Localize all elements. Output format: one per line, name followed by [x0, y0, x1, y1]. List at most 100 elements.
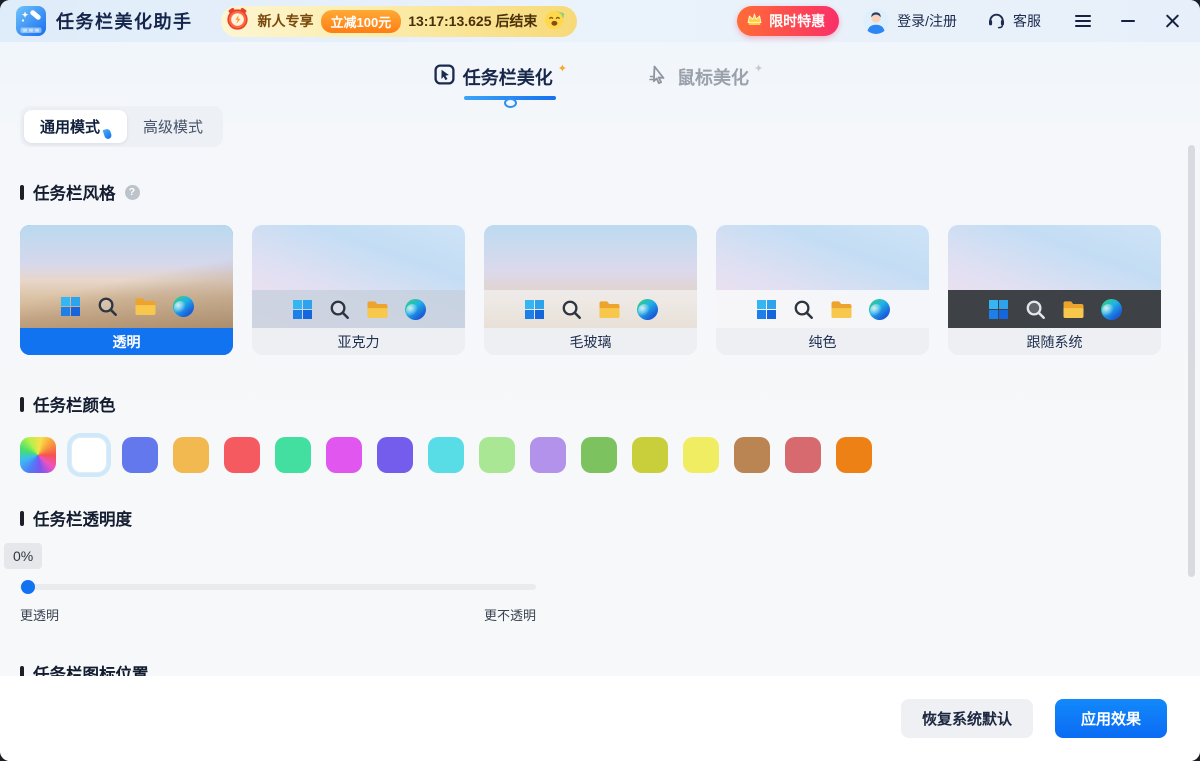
tab-mouse-beautify[interactable]: 鼠标美化 ✦	[648, 64, 766, 90]
slider-thumb[interactable]	[21, 580, 35, 594]
color-swatch-#f55a60[interactable]	[224, 437, 260, 473]
limited-offer-label: 限时特惠	[769, 11, 825, 31]
help-icon[interactable]	[125, 185, 140, 200]
content: 通用模式 高级模式 任务栏风格	[0, 104, 1200, 761]
section-title: 任务栏风格	[33, 180, 116, 204]
transparency-slider[interactable]	[20, 580, 536, 594]
mode-tab-label: 高级模式	[143, 116, 203, 137]
windows-logo-icon	[524, 299, 545, 320]
active-tab-underline	[464, 96, 556, 100]
edge-browser-icon	[173, 296, 194, 317]
slider-labels: 更透明 更不透明	[20, 605, 536, 624]
windows-logo-icon	[292, 299, 313, 320]
more-transparent-label: 更透明	[20, 605, 59, 624]
style-card-label: 跟随系统	[948, 328, 1161, 355]
color-swatch-#43dfa0[interactable]	[275, 437, 311, 473]
promo-banner[interactable]: 新人专享 立减100元 13:17:13.625 后结束	[221, 6, 578, 37]
search-icon	[561, 299, 582, 320]
footer: 恢复系统默认 应用效果	[0, 676, 1200, 761]
transparency-value-badge: 0%	[4, 543, 42, 569]
slider-track[interactable]	[20, 584, 536, 590]
folder-icon	[366, 300, 389, 319]
folder-icon	[134, 297, 157, 316]
search-icon	[793, 299, 814, 320]
color-swatch-#7cc35f[interactable]	[581, 437, 617, 473]
color-swatch-#bb8453[interactable]	[734, 437, 770, 473]
color-swatch-#b392ec[interactable]	[530, 437, 566, 473]
minimize-icon[interactable]	[1121, 20, 1135, 22]
edge-browser-icon	[1101, 299, 1122, 320]
login-register-link[interactable]: 登录/注册	[897, 11, 957, 31]
crying-emoji-icon	[544, 8, 566, 35]
titlebar: 任务栏美化助手 新人专享 立减100元 13:17:13.625 后结束	[0, 0, 1200, 42]
section-taskbar-style: 任务栏风格	[20, 180, 1180, 204]
folder-icon	[598, 300, 621, 319]
style-card-label: 亚克力	[252, 328, 465, 355]
windows-logo-icon	[60, 296, 81, 317]
color-swatch-#c9cf3a[interactable]	[632, 437, 668, 473]
mode-tab-general[interactable]: 通用模式	[24, 110, 127, 143]
edge-browser-icon	[637, 299, 658, 320]
color-swatch-#f1ed63[interactable]	[683, 437, 719, 473]
promo-countdown: 13:17:13.625 后结束	[408, 11, 537, 31]
style-card-label: 纯色	[716, 328, 929, 355]
color-swatch-#745ced[interactable]	[377, 437, 413, 473]
tab-label: 任务栏美化	[463, 64, 553, 90]
color-swatch-#ee8115[interactable]	[836, 437, 872, 473]
section-bar	[20, 397, 24, 412]
color-picker-swatch[interactable]	[20, 437, 56, 473]
restore-defaults-button[interactable]: 恢复系统默认	[901, 699, 1033, 738]
search-icon	[329, 299, 350, 320]
color-swatch-#ffffff[interactable]	[71, 437, 107, 473]
color-swatch-#e156ee[interactable]	[326, 437, 362, 473]
less-transparent-label: 更不透明	[484, 605, 536, 624]
color-swatch-#d66a6f[interactable]	[785, 437, 821, 473]
apply-effect-button[interactable]: 应用效果	[1055, 699, 1167, 738]
crown-icon	[746, 12, 763, 30]
folder-icon	[830, 300, 853, 319]
style-card-transparent[interactable]: 透明	[20, 225, 233, 355]
window-controls	[1075, 14, 1180, 29]
color-swatch-#58dce6[interactable]	[428, 437, 464, 473]
app-window: 任务栏美化助手 新人专享 立减100元 13:17:13.625 后结束	[0, 0, 1200, 761]
style-card-acrylic[interactable]: 亚克力	[252, 225, 465, 355]
style-preview	[484, 225, 697, 328]
folder-icon	[1062, 300, 1085, 319]
style-preview	[948, 225, 1161, 328]
support-label: 客服	[1013, 11, 1041, 31]
support-button[interactable]: 客服	[987, 10, 1041, 32]
mode-tab-advanced[interactable]: 高级模式	[127, 110, 219, 143]
scrollbar-thumb[interactable]	[1188, 145, 1195, 577]
section-taskbar-transparency: 任务栏透明度	[20, 506, 1180, 530]
color-swatch-#6478ee[interactable]	[122, 437, 158, 473]
color-swatches	[20, 437, 1180, 473]
section-bar	[20, 185, 24, 200]
color-swatch-#a9e795[interactable]	[479, 437, 515, 473]
limited-offer-button[interactable]: 限时特惠	[737, 6, 839, 36]
menu-icon[interactable]	[1075, 15, 1091, 28]
headset-icon	[987, 10, 1006, 32]
section-bar	[20, 511, 24, 526]
promo-discount-badge: 立减100元	[321, 10, 402, 33]
close-icon[interactable]	[1165, 14, 1180, 29]
promo-label: 新人专享	[258, 11, 314, 31]
style-cards: 透明 亚克力	[20, 225, 1180, 355]
style-card-solid[interactable]: 纯色	[716, 225, 929, 355]
app-title: 任务栏美化助手	[56, 8, 193, 34]
section-title: 任务栏透明度	[33, 506, 132, 530]
edge-browser-icon	[869, 299, 890, 320]
mode-tabs: 通用模式 高级模式	[20, 106, 223, 147]
avatar[interactable]	[863, 8, 889, 34]
mouse-beautify-icon	[648, 64, 669, 90]
search-icon	[97, 296, 118, 317]
main-nav: 任务栏美化 ✦ 鼠标美化 ✦	[0, 42, 1200, 104]
alarm-clock-icon	[224, 5, 251, 37]
style-card-frosted[interactable]: 毛玻璃	[484, 225, 697, 355]
search-icon	[1025, 299, 1046, 320]
mode-tab-label: 通用模式	[40, 116, 100, 137]
sparkle-icon: ✦	[558, 62, 567, 75]
style-card-system[interactable]: 跟随系统	[948, 225, 1161, 355]
tab-taskbar-beautify[interactable]: 任务栏美化 ✦	[434, 64, 570, 90]
color-swatch-#f2b950[interactable]	[173, 437, 209, 473]
style-preview	[252, 225, 465, 328]
